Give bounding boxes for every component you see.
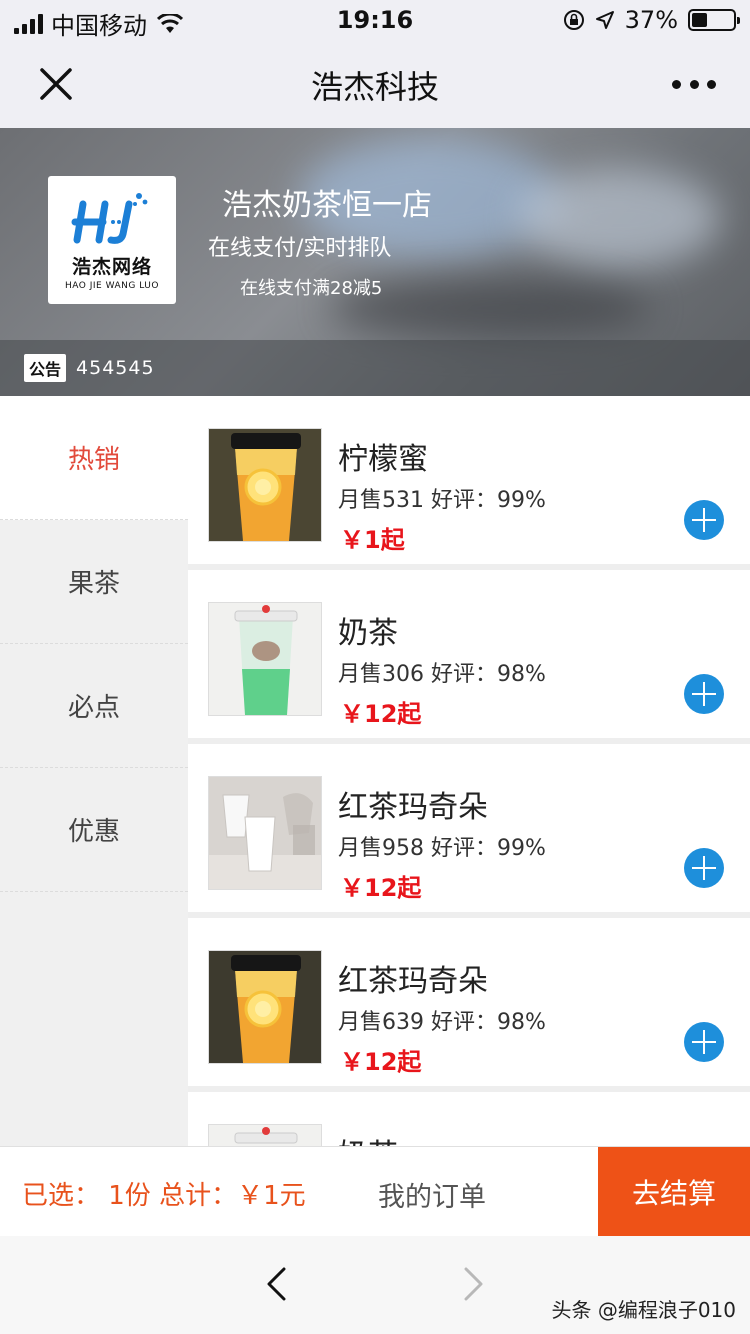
screen: 中国移动 19:16 37% 浩杰科技 浩杰网络 HAO JIE WANG LU… — [0, 0, 750, 1334]
logo-text: 浩杰网络 — [71, 255, 152, 278]
product-name: 奶茶 — [338, 616, 398, 651]
shop-promo: 在线支付满28减5 — [240, 278, 383, 299]
notice-text: 454545 — [76, 357, 155, 379]
battery-level — [692, 13, 707, 27]
product-price: ￥12起 — [340, 700, 422, 728]
product-price: ￥1起 — [340, 526, 405, 554]
add-to-cart-button[interactable] — [684, 848, 724, 888]
product-item[interactable]: 红茶玛奇朵 月售958 好评：99% ￥12起 — [188, 744, 750, 912]
shop-name: 浩杰奶茶恒一店 — [222, 188, 432, 223]
status-bar: 中国移动 19:16 37% — [0, 0, 750, 40]
product-price: ￥12起 — [340, 874, 422, 902]
product-name: 红茶玛奇朵 — [338, 964, 488, 999]
white-cups-image — [209, 777, 321, 889]
my-orders-link[interactable]: 我的订单 — [378, 1175, 486, 1214]
product-stats: 月售531 好评：99% — [338, 488, 546, 513]
green-milk-tea-cup-image — [209, 603, 321, 715]
location-arrow-icon — [595, 11, 614, 29]
lemon-tea-cup-image — [209, 951, 321, 1063]
shop-logo: 浩杰网络 HAO JIE WANG LUO — [48, 176, 176, 304]
product-name: 奶茶 — [338, 1130, 398, 1146]
logo-subtext: HAO JIE WANG LUO — [65, 280, 159, 291]
product-stats: 月售306 好评：98% — [338, 662, 546, 687]
product-image — [208, 602, 322, 716]
product-name: 红茶玛奇朵 — [338, 790, 488, 825]
notice-tag: 公告 — [24, 354, 67, 382]
product-name: 柠檬蜜 — [338, 442, 428, 477]
more-options-icon[interactable] — [672, 70, 716, 98]
product-item[interactable]: 奶茶 月售306 好评：98% ￥12起 — [188, 570, 750, 738]
status-right: 37% — [563, 6, 740, 34]
page-title: 浩杰科技 — [310, 68, 439, 106]
product-item[interactable]: 柠檬蜜 月售531 好评：99% ￥1起 — [188, 396, 750, 564]
battery-percent: 37% — [624, 6, 678, 34]
add-to-cart-button[interactable] — [684, 674, 724, 714]
back-arrow-icon[interactable] — [262, 1266, 290, 1302]
notice-bar[interactable]: 公告 454545 — [0, 340, 750, 396]
shop-header: 浩杰网络 HAO JIE WANG LUO 浩杰奶茶恒一店 在线支付/实时排队 … — [0, 128, 750, 396]
forward-arrow-icon[interactable] — [460, 1266, 488, 1302]
background-blur — [520, 168, 720, 268]
product-stats: 月售639 好评：98% — [338, 1010, 546, 1035]
lemon-tea-cup-image — [209, 429, 321, 541]
product-item[interactable]: 红茶玛奇朵 月售639 好评：98% ￥12起 — [188, 918, 750, 1086]
add-to-cart-button[interactable] — [684, 500, 724, 540]
nav-bar: 浩杰科技 — [0, 40, 750, 128]
product-image — [208, 776, 322, 890]
product-image — [208, 1124, 322, 1146]
product-item[interactable]: 奶茶 — [188, 1092, 750, 1146]
add-to-cart-button[interactable] — [684, 1022, 724, 1062]
category-must-order[interactable]: 必点 — [0, 644, 188, 768]
cart-bar: 已选： 1份 总计：￥1元 我的订单 去结算 — [0, 1146, 750, 1237]
product-price: ￥12起 — [340, 1048, 422, 1076]
browser-toolbar: 头条 @编程浪子010 — [0, 1236, 750, 1334]
checkout-button[interactable]: 去结算 — [598, 1147, 750, 1237]
category-menu: 热销 果茶 必点 优惠 — [0, 396, 188, 1146]
product-list: 柠檬蜜 月售531 好评：99% ￥1起 奶茶 月售306 好评：98% ￥12… — [188, 396, 750, 1146]
orientation-lock-icon — [563, 10, 584, 30]
green-milk-tea-cup-image — [209, 1125, 321, 1146]
product-image — [208, 950, 322, 1064]
battery-icon — [688, 9, 740, 31]
category-discount[interactable]: 优惠 — [0, 768, 188, 892]
category-hot[interactable]: 热销 — [0, 396, 188, 520]
cart-summary: 已选： 1份 总计：￥1元 — [22, 1181, 306, 1211]
hj-logo-icon — [71, 192, 148, 244]
product-stats: 月售958 好评：99% — [338, 836, 546, 861]
shop-subtitle: 在线支付/实时排队 — [208, 236, 392, 261]
category-fruit-tea[interactable]: 果茶 — [0, 520, 188, 644]
product-image — [208, 428, 322, 542]
watermark-text: 头条 @编程浪子010 — [551, 1298, 736, 1322]
